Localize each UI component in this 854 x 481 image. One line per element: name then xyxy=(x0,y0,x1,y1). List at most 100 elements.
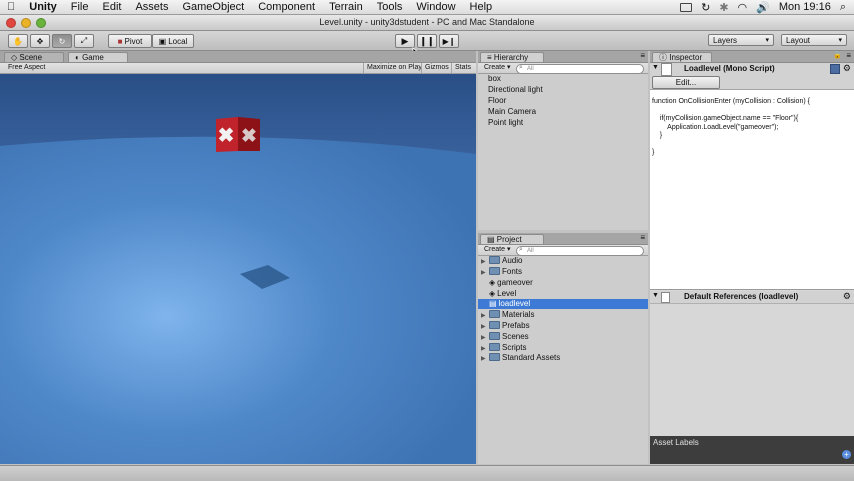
svg-text:✖: ✖ xyxy=(241,126,257,147)
pivot-toggle[interactable]: ■ Pivot xyxy=(108,34,152,48)
stats-toggle[interactable]: Stats xyxy=(451,63,474,73)
menu-assets[interactable]: Assets xyxy=(128,1,175,13)
panel-menu-icon[interactable]: ≡ xyxy=(640,51,645,60)
hierarchy-item-label: box xyxy=(488,74,501,83)
collapse-arrow-icon[interactable]: ▼ xyxy=(652,292,659,299)
expand-arrow-icon[interactable]: ▶ xyxy=(481,311,489,321)
hierarchy-item-main-camera[interactable]: Main Camera xyxy=(478,107,648,117)
inspector-header: ▼ Loadlevel (Mono Script) ⚙ Edit... xyxy=(650,63,854,90)
hand-tool-button[interactable]: ✋ xyxy=(8,34,28,48)
project-item-standard-assets[interactable]: ▶ Standard Assets xyxy=(478,352,648,364)
expand-arrow-icon[interactable]: ▶ xyxy=(481,333,489,343)
sync-icon[interactable]: ↻ xyxy=(701,1,710,14)
bluetooth-icon[interactable]: ✱ xyxy=(719,1,728,14)
game-viewport[interactable]: ✖ ✖ xyxy=(0,74,476,464)
project-item-fonts[interactable]: ▶ Fonts xyxy=(478,266,648,278)
layers-dropdown[interactable]: Layers ▾ xyxy=(708,34,774,46)
project-create-dropdown[interactable]: Create ▾ xyxy=(484,245,510,255)
menu-terrain[interactable]: Terrain xyxy=(322,1,370,13)
hierarchy-create-label: Create xyxy=(484,64,506,71)
component-help-icon[interactable] xyxy=(830,64,840,74)
crate-object: ✖ ✖ xyxy=(216,117,260,152)
tab-scene-label: Scene xyxy=(19,53,43,62)
layout-dropdown[interactable]: Layout ▾ xyxy=(781,34,847,46)
chevron-down-icon: ▾ xyxy=(838,37,842,44)
menu-gameobject[interactable]: GameObject xyxy=(175,1,251,13)
scale-tool-button[interactable]: ⤢ xyxy=(74,34,94,48)
hierarchy-item-box[interactable]: box xyxy=(478,74,648,84)
clock-text[interactable]: Mon 19:16 xyxy=(779,1,831,13)
project-item-audio[interactable]: ▶ Audio xyxy=(478,255,648,267)
project-item-label: Level xyxy=(497,289,517,298)
pause-button[interactable]: ❙❙ xyxy=(417,34,437,48)
hierarchy-item-directional-light[interactable]: Directional light xyxy=(478,85,648,95)
folder-icon xyxy=(489,331,500,340)
step-icon: ▶❙ xyxy=(442,36,456,46)
lock-icon[interactable]: 🔒 xyxy=(833,51,842,59)
local-label: Local xyxy=(168,36,188,46)
game-view-toolbar: Free Aspect Maximize on Play Gizmos Stat… xyxy=(0,63,476,74)
project-item-loadlevel[interactable]: ▤ loadlevel xyxy=(478,299,648,309)
edit-script-button[interactable]: Edit... xyxy=(652,76,720,89)
add-label-icon[interactable]: + xyxy=(842,450,851,459)
gear-icon[interactable]: ⚙ xyxy=(843,63,851,74)
game-view-panel: ◇ Scene ◐ Game Free Aspect Maximize on P… xyxy=(0,51,476,464)
menu-help[interactable]: Help xyxy=(463,1,500,13)
spotlight-icon[interactable]: ⌕ xyxy=(840,1,846,14)
hierarchy-create-dropdown[interactable]: Create ▾ xyxy=(484,63,510,73)
volume-icon[interactable]: 🔊 xyxy=(756,1,770,14)
project-item-materials[interactable]: ▶ Materials xyxy=(478,309,648,321)
project-item-level[interactable]: ◈ Level xyxy=(478,289,648,299)
menu-tools[interactable]: Tools xyxy=(370,1,410,13)
menu-file[interactable]: File xyxy=(64,1,96,13)
aspect-dropdown[interactable]: Free Aspect xyxy=(8,63,45,73)
project-item-label: Standard Assets xyxy=(502,353,561,362)
edit-script-label: Edit... xyxy=(675,78,697,87)
project-item-gameover[interactable]: ◈ gameover xyxy=(478,278,648,288)
asset-labels-bar: Asset Labels + xyxy=(650,436,854,464)
menu-window[interactable]: Window xyxy=(409,1,462,13)
tab-hierarchy[interactable]: ≡ Hierarchy xyxy=(480,52,544,62)
hierarchy-item-point-light[interactable]: Point light xyxy=(478,118,648,128)
screen-share-icon[interactable] xyxy=(680,2,693,12)
project-item-label: Prefabs xyxy=(502,321,530,330)
step-button[interactable]: ▶❙ xyxy=(439,34,459,48)
expand-arrow-icon[interactable]: ▶ xyxy=(481,257,489,267)
tab-inspector[interactable]: ⓘ Inspector xyxy=(652,52,712,62)
inspector-tabstrip: ⓘ Inspector 🔒 ≡ xyxy=(650,51,854,63)
hierarchy-panel: ≡ Hierarchy ≡ Create ▾ ⌕ All box Directi… xyxy=(478,51,648,230)
project-item-scripts[interactable]: ▶ Scripts xyxy=(478,342,648,353)
scene-tab-icon: ◇ xyxy=(11,53,18,62)
project-search-input[interactable]: ⌕ All xyxy=(516,246,644,256)
menu-edit[interactable]: Edit xyxy=(95,1,128,13)
wifi-icon[interactable]: ◠ xyxy=(738,1,748,14)
project-item-prefabs[interactable]: ▶ Prefabs xyxy=(478,320,648,332)
rotate-tool-button[interactable]: ↻ xyxy=(52,34,72,48)
expand-arrow-icon[interactable]: ▶ xyxy=(481,354,489,364)
local-toggle[interactable]: ▣ Local xyxy=(152,34,194,48)
gear-icon[interactable]: ⚙ xyxy=(843,291,851,302)
menu-unity[interactable]: Unity xyxy=(22,1,64,13)
panel-menu-icon[interactable]: ≡ xyxy=(640,233,645,242)
gizmos-toggle[interactable]: Gizmos xyxy=(421,63,452,73)
play-button[interactable]: ▶ xyxy=(395,34,415,48)
panel-menu-icon[interactable]: ≡ xyxy=(846,51,851,60)
main-toolbar: ✋ ✥ ↻ ⤢ ■ Pivot ▣ Local ▶ ❙❙ ▶❙ Layers ▾… xyxy=(0,31,854,51)
expand-arrow-icon[interactable]: ▶ xyxy=(481,268,489,278)
move-tool-button[interactable]: ✥ xyxy=(30,34,50,48)
expand-arrow-icon[interactable]: ▶ xyxy=(481,322,489,332)
tab-scene[interactable]: ◇ Scene xyxy=(4,52,64,62)
hierarchy-search-input[interactable]: ⌕ All xyxy=(516,64,644,74)
folder-icon xyxy=(489,266,500,275)
project-item-scenes[interactable]: ▶ Scenes xyxy=(478,331,648,343)
menu-component[interactable]: Component xyxy=(251,1,322,13)
rotate-icon: ↻ xyxy=(58,36,66,46)
floor-plane xyxy=(0,136,476,464)
maximize-on-play-toggle[interactable]: Maximize on Play xyxy=(363,63,425,73)
tab-project-label: Project xyxy=(496,235,522,244)
apple-icon[interactable]:  xyxy=(0,1,22,13)
hierarchy-item-floor[interactable]: Floor xyxy=(478,96,648,106)
tab-project[interactable]: ▤ Project xyxy=(480,234,544,244)
collapse-arrow-icon[interactable]: ▼ xyxy=(652,64,659,71)
tab-game[interactable]: ◐ Game xyxy=(68,52,128,62)
